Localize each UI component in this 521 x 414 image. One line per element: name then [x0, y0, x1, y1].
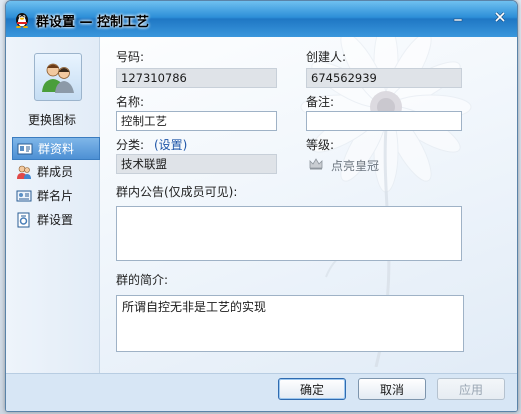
creator-label: 创建人: — [306, 50, 347, 64]
sidebar-item-label: 群名片 — [37, 189, 74, 203]
ok-button[interactable]: 确定 — [278, 378, 346, 400]
group-name-input[interactable]: 控制工艺 — [116, 111, 277, 131]
sidebar-item-group-settings[interactable]: 群设置 — [12, 209, 98, 230]
window-title: 群设置 — 控制工艺 — [36, 15, 150, 30]
note-label: 备注: — [306, 95, 335, 109]
sidebar-item-group-info[interactable]: 群资料 — [12, 137, 100, 160]
announcement-label: 群内公告(仅成员可见): — [116, 185, 238, 199]
sidebar-item-label: 群资料 — [38, 142, 75, 156]
close-icon — [494, 11, 506, 23]
close-button[interactable] — [491, 9, 509, 25]
change-icon-link[interactable]: 更换图标 — [28, 111, 76, 128]
apply-button[interactable]: 应用 — [437, 378, 505, 400]
announcement-textarea[interactable] — [116, 206, 462, 261]
cancel-button[interactable]: 取消 — [358, 378, 426, 400]
group-avatar-button[interactable] — [34, 53, 82, 101]
minimize-icon — [453, 18, 463, 22]
creator-field: 674562939 — [306, 68, 462, 88]
settings-doc-icon — [17, 212, 30, 227]
sidebar-item-group-members[interactable]: 群成员 — [12, 161, 98, 182]
name-card-icon — [16, 190, 32, 201]
intro-textarea[interactable]: 所谓自控无非是工艺的实现 — [116, 295, 464, 352]
level-label: 等级: — [306, 138, 335, 152]
note-input[interactable] — [306, 111, 462, 131]
group-settings-window: 群设置 — 控制工艺 更换图标 群资料 群成员 群名片 群设置 号码: 1273… — [5, 0, 518, 412]
group-number-field: 127310786 — [116, 68, 277, 88]
intro-label: 群的简介: — [116, 273, 169, 287]
dialog-footer: 确定 取消 应用 — [6, 373, 517, 411]
sidebar-item-label: 群设置 — [37, 213, 74, 227]
group-name-label: 名称: — [116, 95, 145, 109]
category-field: 技术联盟 — [116, 154, 277, 174]
title-bar[interactable]: 群设置 — 控制工艺 — [6, 1, 517, 37]
members-icon — [17, 165, 31, 179]
minimize-button[interactable] — [449, 9, 467, 25]
group-users-icon — [42, 63, 74, 93]
dialog-body: 更换图标 群资料 群成员 群名片 群设置 号码: 127310786 创建人: … — [6, 37, 517, 411]
group-info-panel: 号码: 127310786 创建人: 674562939 名称: 控制工艺 备注… — [99, 37, 517, 373]
crown-icon — [309, 158, 323, 170]
sidebar: 更换图标 群资料 群成员 群名片 群设置 — [6, 37, 100, 373]
category-settings-link[interactable]: (设置) — [154, 136, 187, 153]
info-card-icon — [17, 143, 33, 154]
sidebar-item-group-card[interactable]: 群名片 — [12, 185, 98, 206]
group-number-label: 号码: — [116, 50, 145, 64]
category-label: 分类: — [116, 138, 145, 152]
light-up-crown-link[interactable]: 点亮皇冠 — [331, 157, 379, 174]
sidebar-item-label: 群成员 — [37, 165, 74, 179]
qq-penguin-icon — [16, 13, 28, 28]
